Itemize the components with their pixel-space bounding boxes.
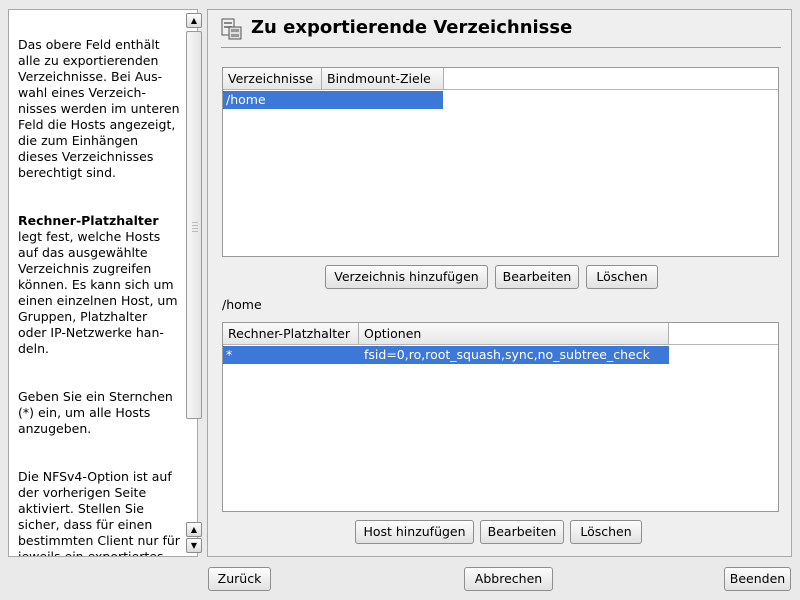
directory-cell[interactable]: /home [223, 91, 443, 109]
delete-host-button[interactable]: Löschen [570, 520, 642, 544]
options-cell[interactable]: fsid=0,ro,root_squash,sync,no_subtree_ch… [359, 346, 669, 364]
scroll-down-arrow-icon[interactable]: ▼ [186, 538, 202, 553]
nfs-server-icon [221, 18, 242, 40]
help-paragraph-4: Die NFSv4-Option ist auf der vorherigen … [18, 469, 180, 556]
hosts-table[interactable]: Rechner-Platzhalter Optionen * fsid=0,ro… [222, 322, 779, 512]
edit-directory-button[interactable]: Bearbeiten [495, 265, 579, 289]
page-title: Zu exportierende Verzeichnisse [251, 17, 573, 38]
delete-directory-button[interactable]: Löschen [586, 265, 658, 289]
scroll-track[interactable] [186, 31, 202, 517]
add-directory-button[interactable]: Verzeichnis hinzufügen [325, 265, 488, 289]
help-scrollbar[interactable]: ▲ ▲ ▼ [186, 13, 203, 554]
selected-directory-label: /home [222, 297, 262, 312]
column-header-bindmount[interactable]: Bindmount-Ziele [322, 68, 444, 89]
back-button[interactable]: Zurück [208, 567, 271, 591]
hosts-table-header: Rechner-Platzhalter Optionen [223, 323, 778, 345]
scroll-up-arrow-icon[interactable]: ▲ [186, 522, 202, 537]
column-header-host-wildcard[interactable]: Rechner-Platzhalter [223, 323, 359, 344]
host-cell[interactable]: * [223, 346, 359, 364]
scroll-thumb[interactable] [186, 31, 202, 419]
help-paragraph-3: Geben Sie ein Sternchen (*) ein, um alle… [18, 389, 173, 436]
help-paragraph-2-text: legt fest, welche Hosts auf das ausgewäh… [18, 229, 178, 356]
finish-button[interactable]: Beenden [724, 567, 791, 591]
help-paragraph-2: Rechner-Platzhalter legt fest, welche Hos… [18, 213, 185, 357]
help-text: Das obere Feld enthält alle zu exportier… [9, 10, 185, 556]
title-divider [221, 47, 781, 48]
help-term-host-wildcard: Rechner-Platzhalter [18, 213, 159, 228]
directories-table-header: Verzeichnisse Bindmount-Ziele [223, 68, 778, 90]
column-header-directories[interactable]: Verzeichnisse [223, 68, 322, 89]
directories-table[interactable]: Verzeichnisse Bindmount-Ziele /home [222, 67, 779, 257]
column-header-options[interactable]: Optionen [359, 323, 669, 344]
scroll-up-arrow-icon[interactable]: ▲ [186, 13, 202, 28]
grip-icon [192, 222, 198, 234]
cancel-button[interactable]: Abbrechen [464, 567, 553, 591]
main-panel: Zu exportierende Verzeichnisse Verzeichn… [207, 9, 792, 557]
help-paragraph-1: Das obere Feld enthält alle zu exportier… [18, 37, 180, 180]
add-host-button[interactable]: Host hinzufügen [355, 520, 474, 544]
help-panel: Das obere Feld enthält alle zu exportier… [8, 9, 202, 557]
edit-host-button[interactable]: Bearbeiten [480, 520, 564, 544]
